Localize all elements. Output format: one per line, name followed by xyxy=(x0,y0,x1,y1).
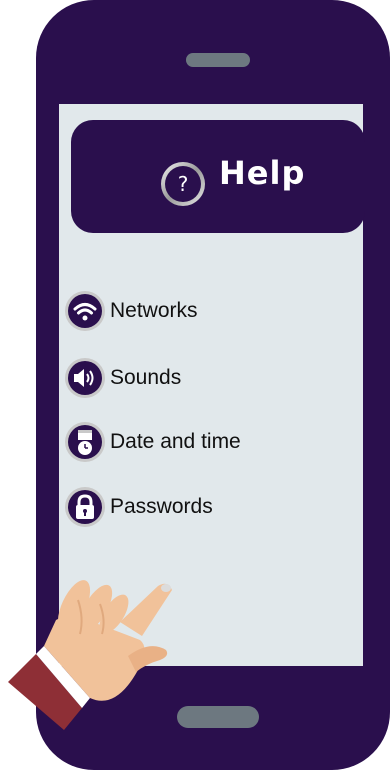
question-mark-glyph: ? xyxy=(178,172,189,196)
clock-calendar-icon xyxy=(64,421,106,468)
menu-item-label: Date and time xyxy=(110,430,241,453)
menu-item-label: Networks xyxy=(110,299,198,322)
help-header: ? Help xyxy=(71,120,365,233)
question-mark-icon[interactable]: ? xyxy=(157,158,209,215)
speaker-icon xyxy=(64,357,106,404)
menu-item-passwords[interactable]: Passwords xyxy=(64,486,354,530)
page-title: Help xyxy=(219,154,306,192)
menu-item-date-and-time[interactable]: Date and time xyxy=(64,421,354,465)
menu-item-label: Sounds xyxy=(110,366,182,389)
phone-speaker xyxy=(186,53,250,67)
illustration-stage: ? Help Networks Sounds Date and time Pas… xyxy=(0,0,391,772)
pointing-hand-illustration xyxy=(0,560,200,772)
menu-item-networks[interactable]: Networks xyxy=(64,290,354,334)
padlock-icon xyxy=(64,486,106,533)
menu-item-label: Passwords xyxy=(110,495,213,518)
wifi-icon xyxy=(64,290,106,337)
menu-item-sounds[interactable]: Sounds xyxy=(64,357,354,401)
